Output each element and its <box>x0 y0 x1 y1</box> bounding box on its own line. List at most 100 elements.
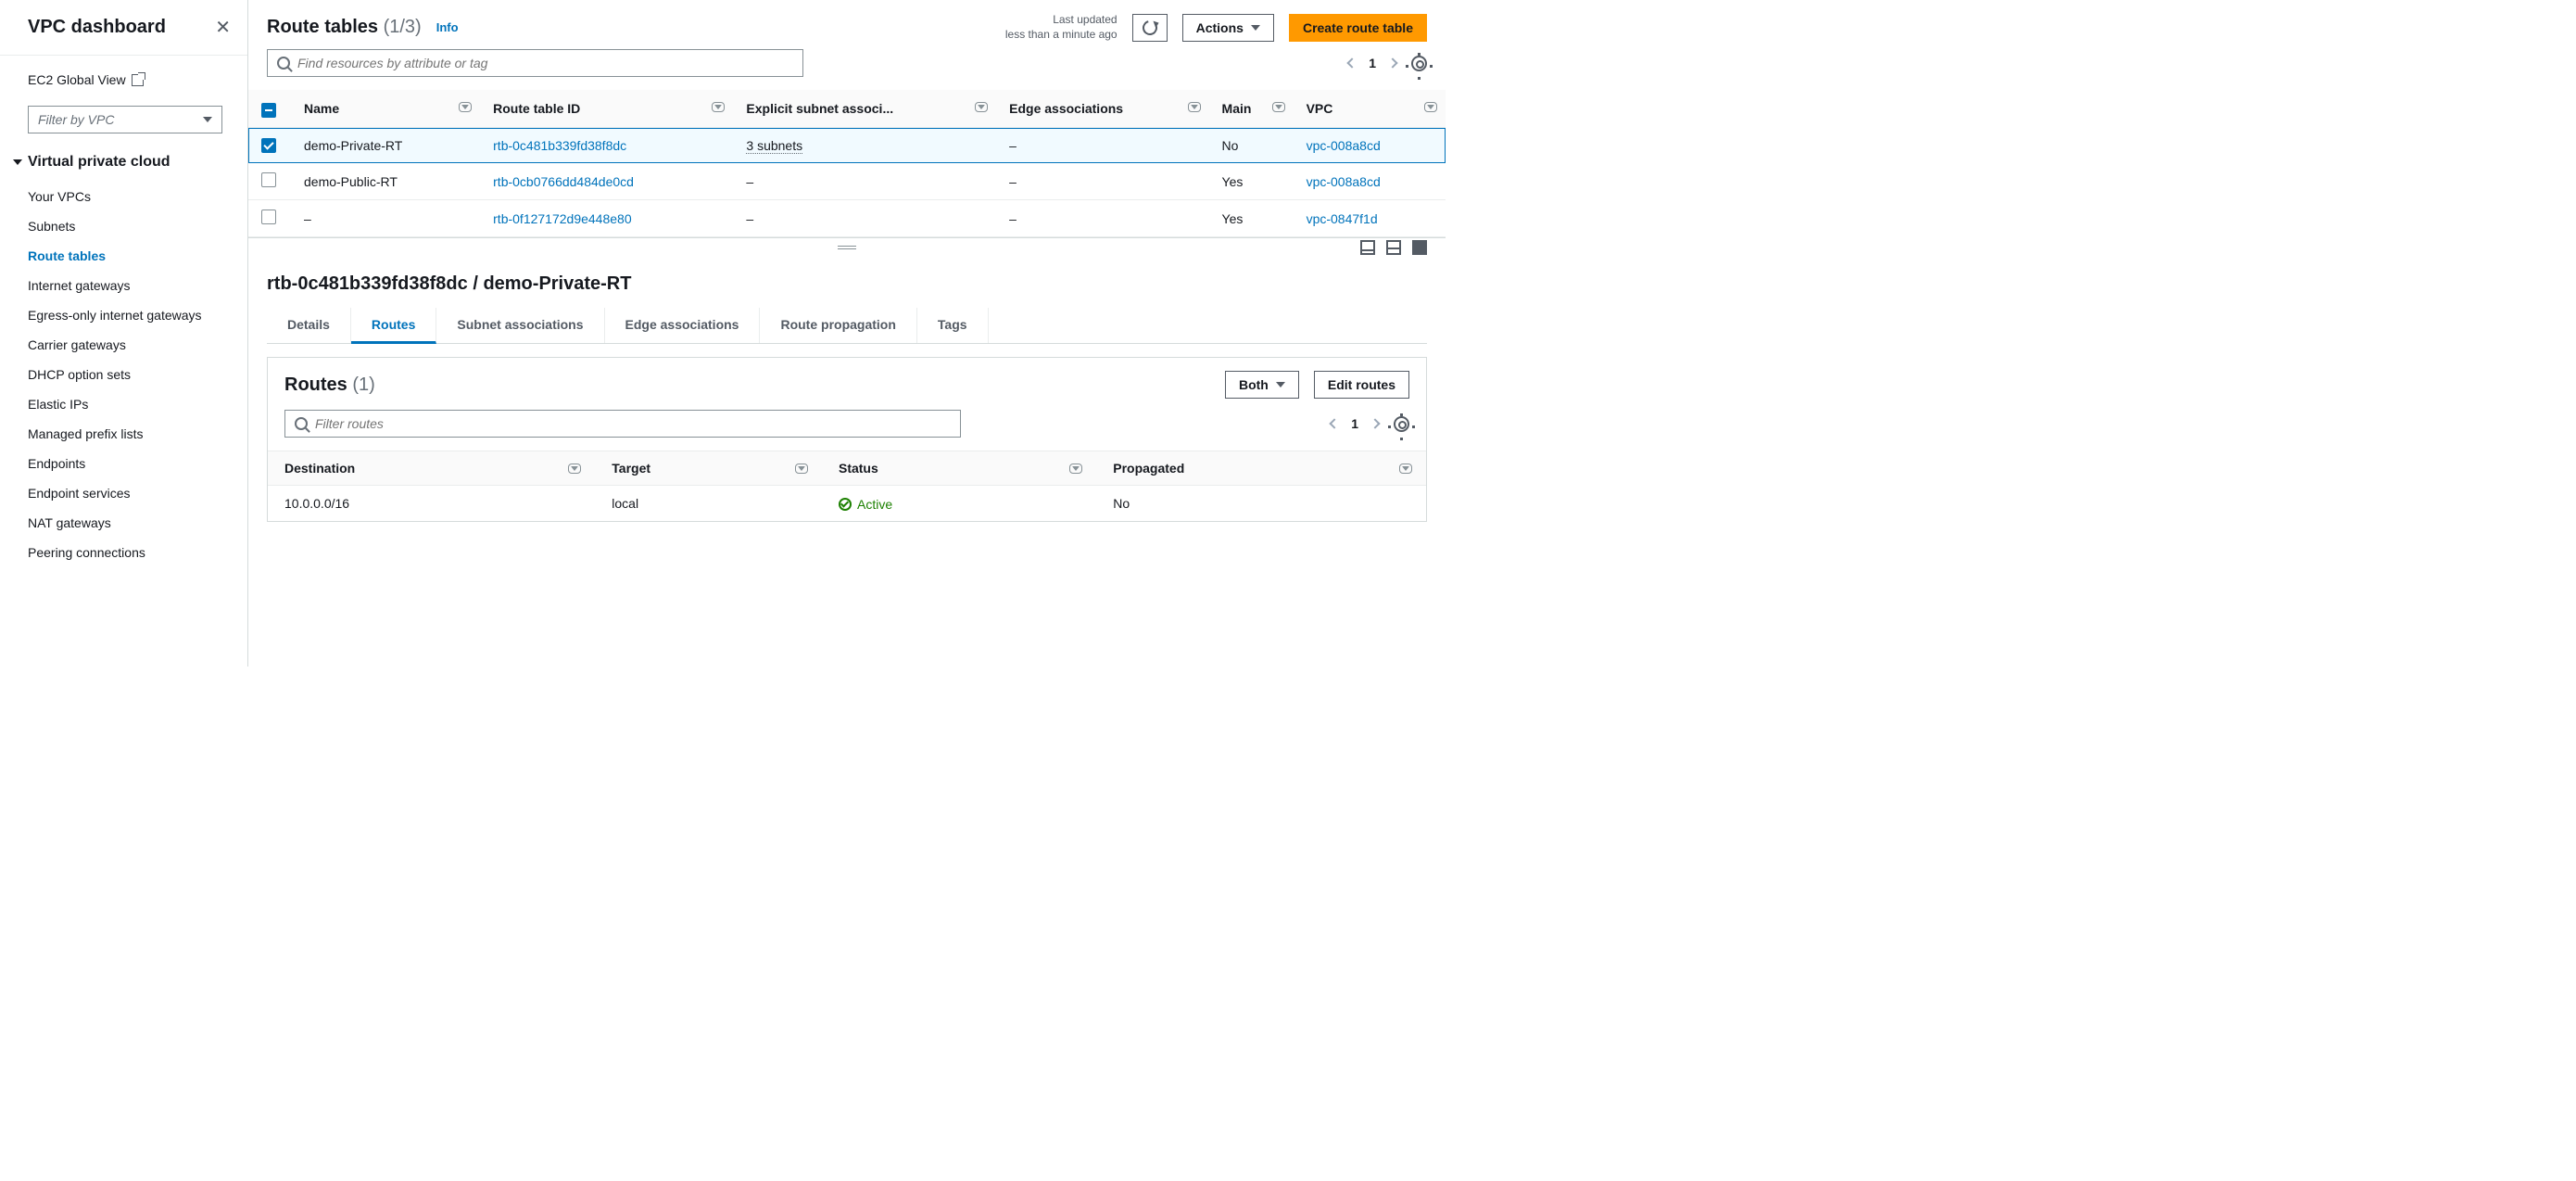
nav-item-route-tables[interactable]: Route tables <box>28 241 231 271</box>
sort-icon <box>978 105 985 109</box>
routes-column-header[interactable]: Status <box>822 451 1096 486</box>
sort-icon <box>1275 105 1282 109</box>
tab-details[interactable]: Details <box>267 308 351 343</box>
route-tables-table: NameRoute table IDExplicit subnet associ… <box>248 90 1446 237</box>
cell-name: – <box>291 200 480 237</box>
routes-title-text: Routes <box>284 375 347 395</box>
nav-item-dhcp-option-sets[interactable]: DHCP option sets <box>28 360 231 389</box>
nav-item-managed-prefix-lists[interactable]: Managed prefix lists <box>28 419 231 449</box>
next-page-button[interactable] <box>1387 58 1397 69</box>
sort-icon <box>714 105 722 109</box>
column-header[interactable]: Edge associations <box>996 90 1208 128</box>
settings-button[interactable] <box>1411 56 1427 71</box>
cell-edge: – <box>996 200 1208 237</box>
route-table-id-link[interactable]: rtb-0cb0766dd484de0cd <box>493 174 634 189</box>
routes-count: (1) <box>352 375 374 395</box>
main: Route tables (1/3) Info Last updated les… <box>248 0 1446 667</box>
close-sidebar-icon[interactable]: ✕ <box>215 19 231 37</box>
tab-tags[interactable]: Tags <box>917 308 989 343</box>
row-checkbox[interactable] <box>261 172 276 187</box>
routes-column-header[interactable]: Destination <box>268 451 595 486</box>
nav-item-carrier-gateways[interactable]: Carrier gateways <box>28 330 231 360</box>
actions-label: Actions <box>1196 20 1244 35</box>
sort-icon <box>571 466 578 471</box>
check-circle-icon <box>839 498 852 511</box>
layout-full-button[interactable] <box>1412 240 1427 255</box>
page-number: 1 <box>1369 56 1376 70</box>
layout-bottom-small-button[interactable] <box>1360 240 1375 255</box>
column-header[interactable]: Explicit subnet associ... <box>733 90 996 128</box>
nav-item-internet-gateways[interactable]: Internet gateways <box>28 271 231 300</box>
filter-by-vpc-dropdown[interactable]: Filter by VPC <box>28 106 222 133</box>
prev-page-button[interactable] <box>1347 58 1357 69</box>
vpc-link[interactable]: vpc-008a8cd <box>1307 138 1381 153</box>
nav-item-nat-gateways[interactable]: NAT gateways <box>28 508 231 538</box>
table-row[interactable]: demo-Private-RT rtb-0c481b339fd38f8dc 3 su… <box>248 128 1446 163</box>
layout-half-button[interactable] <box>1386 240 1401 255</box>
refresh-button[interactable] <box>1132 14 1168 42</box>
nav-section-toggle[interactable]: Virtual private cloud <box>28 154 231 171</box>
column-header[interactable]: VPC <box>1294 90 1446 128</box>
cell-edge: – <box>996 163 1208 200</box>
info-link[interactable]: Info <box>436 20 459 34</box>
cell-target: local <box>595 486 822 522</box>
resource-search[interactable] <box>267 49 803 77</box>
cell-name: demo-Private-RT <box>291 128 480 163</box>
table-row[interactable]: –rtb-0f127172d9e448e80––Yesvpc-0847f1d <box>248 200 1446 237</box>
nav-item-elastic-ips[interactable]: Elastic IPs <box>28 389 231 419</box>
nav-item-endpoints[interactable]: Endpoints <box>28 449 231 478</box>
vpc-link[interactable]: vpc-008a8cd <box>1307 174 1381 189</box>
sort-icon <box>1427 105 1434 109</box>
routes-search[interactable] <box>284 410 961 438</box>
edit-routes-label: Edit routes <box>1328 377 1395 392</box>
tab-routes[interactable]: Routes <box>351 308 436 344</box>
nav-item-egress-only-internet-gateways[interactable]: Egress-only internet gateways <box>28 300 231 330</box>
nav-item-endpoint-services[interactable]: Endpoint services <box>28 478 231 508</box>
nav-item-peering-connections[interactable]: Peering connections <box>28 538 231 567</box>
edit-routes-button[interactable]: Edit routes <box>1314 371 1409 399</box>
routes-filter-dropdown[interactable]: Both <box>1225 371 1299 399</box>
routes-search-input[interactable] <box>315 416 951 431</box>
refresh-icon <box>1140 18 1160 38</box>
row-checkbox[interactable] <box>261 138 276 153</box>
cell-main: Yes <box>1209 163 1294 200</box>
cell-subnets: 3 subnets <box>733 128 996 163</box>
sidebar: VPC dashboard ✕ EC2 Global View Filter b… <box>0 0 248 667</box>
table-row[interactable]: demo-Public-RTrtb-0cb0766dd484de0cd––Yes… <box>248 163 1446 200</box>
vpc-link[interactable]: vpc-0847f1d <box>1307 211 1378 226</box>
actions-button[interactable]: Actions <box>1182 14 1274 42</box>
cell-main: Yes <box>1209 200 1294 237</box>
route-table-id-link[interactable]: rtb-0c481b339fd38f8dc <box>493 138 626 153</box>
cell-name: demo-Public-RT <box>291 163 480 200</box>
routes-next-page-button[interactable] <box>1370 419 1380 429</box>
nav-item-your-vpcs[interactable]: Your VPCs <box>28 182 231 211</box>
routes-column-header[interactable]: Target <box>595 451 822 486</box>
column-header[interactable]: Route table ID <box>480 90 733 128</box>
tab-route-propagation[interactable]: Route propagation <box>760 308 916 343</box>
create-route-table-button[interactable]: Create route table <box>1289 14 1427 42</box>
routes-prev-page-button[interactable] <box>1330 419 1340 429</box>
search-input[interactable] <box>297 56 793 70</box>
search-icon <box>277 57 290 70</box>
route-table-id-link[interactable]: rtb-0f127172d9e448e80 <box>493 211 631 226</box>
routes-column-header[interactable]: Propagated <box>1096 451 1426 486</box>
routes-settings-button[interactable] <box>1394 416 1409 432</box>
routes-pager: 1 <box>1331 416 1379 431</box>
tab-edge-associations[interactable]: Edge associations <box>605 308 761 343</box>
last-updated-value: less than a minute ago <box>1005 28 1118 43</box>
column-header[interactable]: Main <box>1209 90 1294 128</box>
ec2-global-view-link[interactable]: EC2 Global View <box>28 72 144 87</box>
filter-by-vpc-placeholder: Filter by VPC <box>38 112 114 127</box>
cell-edge: – <box>996 128 1208 163</box>
split-drag-handle[interactable] <box>248 238 1446 257</box>
routes-row: 10.0.0.0/16localActiveNo <box>268 486 1426 522</box>
tab-subnet-associations[interactable]: Subnet associations <box>436 308 604 343</box>
sort-icon <box>1191 105 1198 109</box>
subnet-count-link[interactable]: 3 subnets <box>746 138 802 154</box>
caret-down-icon <box>203 117 212 122</box>
nav-item-subnets[interactable]: Subnets <box>28 211 231 241</box>
select-all-checkbox[interactable] <box>261 103 276 118</box>
column-header[interactable]: Name <box>291 90 480 128</box>
row-checkbox[interactable] <box>261 210 276 224</box>
cell-subnets: – <box>733 163 996 200</box>
